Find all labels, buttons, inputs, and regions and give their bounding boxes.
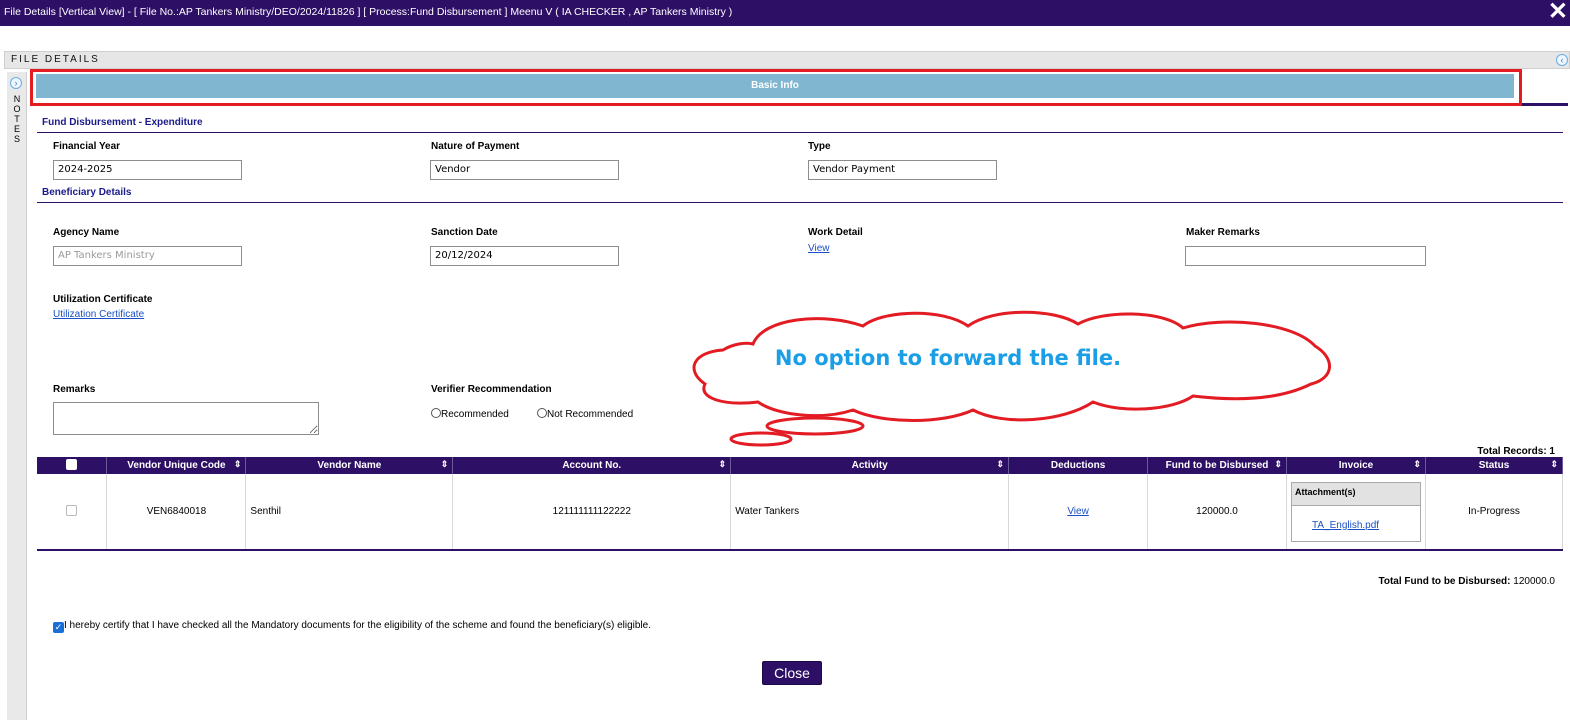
notes-label: NOTES [13, 94, 21, 144]
col-fund-to-be-disbursed[interactable]: Fund to be Disbursed ⇕ [1147, 457, 1287, 474]
deductions-cell: View [1008, 474, 1149, 551]
verifier-recommendation-label: Verifier Recommendation [431, 384, 552, 395]
vendor-code-cell: VEN6840018 [106, 474, 247, 551]
radio-not-recommended-label: Not Recommended [547, 409, 634, 420]
remarks-label: Remarks [53, 384, 96, 395]
table-header-row: Vendor Unique Code ⇕ Vendor Name ⇕ Account… [37, 457, 1564, 474]
col-vendor-unique-code[interactable]: Vendor Unique Code ⇕ [106, 457, 247, 474]
col-label: Vendor Unique Code [127, 460, 226, 471]
total-fund: Total Fund to be Disbursed: 120000.0 [1378, 576, 1555, 587]
table-row: VEN6840018 Senthil 121111111122222 Water… [37, 474, 1564, 551]
expand-notes-icon[interactable]: › [10, 77, 22, 89]
vendor-table: Vendor Unique Code ⇕ Vendor Name ⇕ Account… [37, 457, 1564, 551]
col-label: Status [1478, 460, 1510, 471]
total-records: Total Records: 1 [1477, 446, 1555, 457]
select-all-checkbox[interactable] [66, 458, 78, 470]
sort-icon[interactable]: ⇕ [1550, 459, 1558, 470]
agency-name-label: Agency Name [53, 227, 120, 238]
col-invoice[interactable]: Invoice ⇕ [1286, 457, 1426, 474]
row-checkbox[interactable] [66, 504, 78, 516]
work-detail-view-link[interactable]: View [808, 243, 830, 254]
select-all-header[interactable] [37, 457, 108, 474]
agency-name-field[interactable]: AP Tankers Ministry [53, 246, 242, 266]
type-label: Type [808, 141, 831, 152]
status-cell: In-Progress [1425, 474, 1564, 551]
remarks-textarea[interactable] [53, 402, 319, 435]
row-select-cell[interactable] [37, 474, 108, 551]
highlight-box [30, 69, 1522, 106]
col-account-no[interactable]: Account No. ⇕ [452, 457, 732, 474]
sanction-date-label: Sanction Date [431, 227, 498, 238]
certify-checkbox[interactable]: ✓ [53, 622, 64, 633]
fund-section-title: Fund Disbursement - Expenditure [42, 117, 203, 128]
work-detail-label: Work Detail [808, 227, 863, 238]
collapse-file-details-icon[interactable]: ‹ [1556, 54, 1568, 66]
utilization-certificate-label: Utilization Certificate [53, 294, 153, 305]
utilization-certificate-link[interactable]: Utilization Certificate [53, 309, 144, 320]
radio-circle[interactable] [431, 408, 441, 418]
section-divider [37, 132, 1563, 133]
col-label: Vendor Name [317, 460, 382, 471]
col-label: Activity [851, 460, 888, 471]
close-window-icon[interactable]: ✕ [1548, 0, 1568, 25]
maker-remarks-field[interactable] [1185, 246, 1426, 266]
col-label: Fund to be Disbursed [1165, 460, 1269, 471]
attachment-box: Attachment(s) TA_English.pdf [1290, 481, 1421, 542]
invoice-cell: Attachment(s) TA_English.pdf [1286, 474, 1426, 551]
radio-circle[interactable] [537, 408, 547, 418]
activity-cell: Water Tankers [730, 474, 1010, 551]
vendor-name-cell: Senthil [245, 474, 454, 551]
nature-of-payment-label: Nature of Payment [431, 141, 520, 152]
window-title: File Details [Vertical View] - [ File No… [4, 6, 733, 18]
col-label: Invoice [1338, 460, 1374, 471]
file-details-label: FILE DETAILS [11, 54, 100, 65]
maker-remarks-label: Maker Remarks [1186, 227, 1260, 238]
col-vendor-name[interactable]: Vendor Name ⇕ [245, 457, 454, 474]
radio-recommended-label: Recommended [441, 409, 509, 420]
financial-year-label: Financial Year [53, 141, 121, 152]
attachment-file-link[interactable]: TA_English.pdf [1312, 520, 1379, 531]
certify-row: ✓ I hereby certify that I have checked al… [53, 620, 651, 633]
annotation-cloud: No option to forward the file. [692, 310, 1331, 447]
radio-not-recommended[interactable]: Not Recommended [537, 408, 633, 420]
thought-bubble-large [765, 416, 865, 436]
sort-icon[interactable]: ⇕ [234, 459, 242, 470]
thought-bubble-small [729, 431, 793, 447]
account-no-cell: 121111111122222 [452, 474, 732, 551]
col-label: Account No. [562, 460, 622, 471]
col-deductions: Deductions [1008, 457, 1149, 474]
financial-year-field[interactable]: 2024-2025 [53, 160, 242, 180]
sort-icon[interactable]: ⇕ [1274, 459, 1282, 470]
section-divider [37, 202, 1563, 203]
fund-cell: 120000.0 [1147, 474, 1287, 551]
close-button[interactable]: Close [762, 661, 822, 685]
col-status[interactable]: Status ⇕ [1425, 457, 1564, 474]
sanction-date-field[interactable]: 20/12/2024 [430, 246, 619, 266]
col-label: Deductions [1050, 460, 1106, 471]
sort-icon[interactable]: ⇕ [1413, 459, 1421, 470]
beneficiary-section-title: Beneficiary Details [42, 187, 132, 198]
attachment-header: Attachment(s) [1291, 482, 1420, 506]
sort-icon[interactable]: ⇕ [719, 459, 727, 470]
total-fund-value: 120000.0 [1513, 576, 1555, 587]
radio-recommended[interactable]: Recommended [431, 408, 509, 420]
sort-icon[interactable]: ⇕ [441, 459, 449, 470]
file-details-header: FILE DETAILS ‹ [4, 51, 1570, 69]
nature-of-payment-field[interactable]: Vendor [430, 160, 619, 180]
annotation-text: No option to forward the file. [775, 346, 1121, 370]
total-fund-label: Total Fund to be Disbursed: [1378, 576, 1511, 587]
notes-panel-strip[interactable]: › NOTES [7, 72, 27, 720]
window-titlebar: File Details [Vertical View] - [ File No… [0, 0, 1570, 26]
sort-icon[interactable]: ⇕ [997, 459, 1005, 470]
certify-text: I hereby certify that I have checked all… [64, 620, 651, 631]
deductions-view-link[interactable]: View [1067, 506, 1089, 517]
type-field[interactable]: Vendor Payment [808, 160, 997, 180]
col-activity[interactable]: Activity ⇕ [730, 457, 1010, 474]
